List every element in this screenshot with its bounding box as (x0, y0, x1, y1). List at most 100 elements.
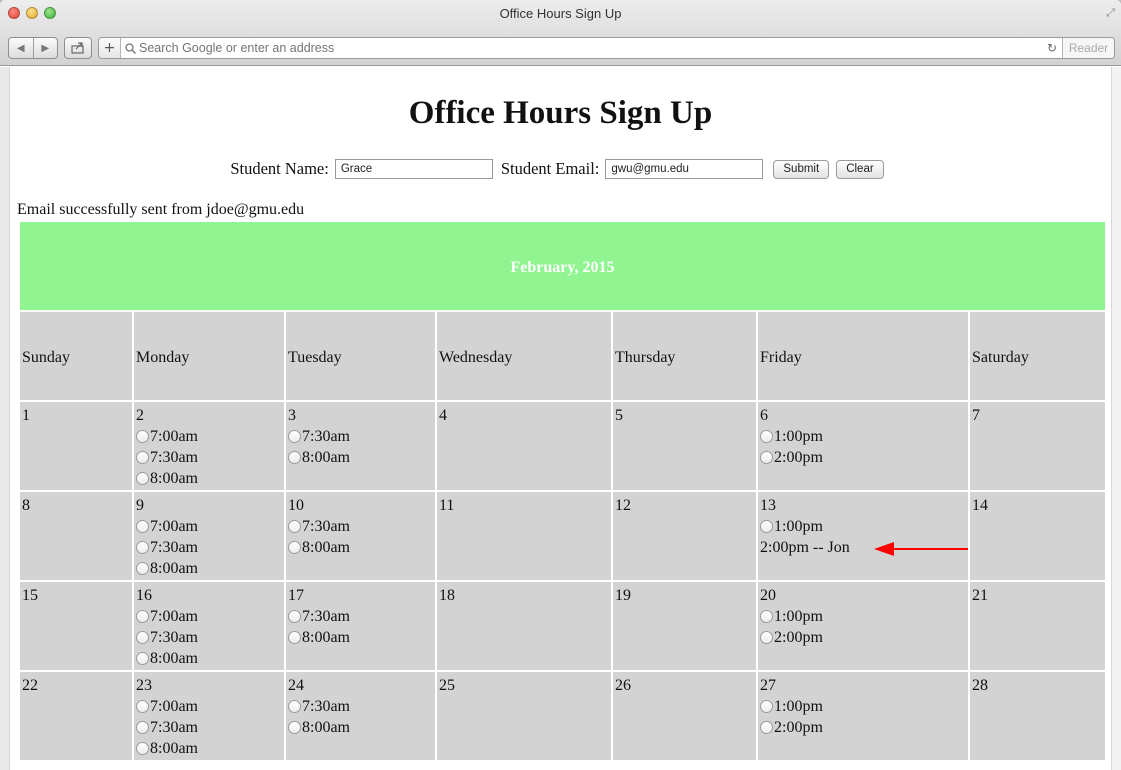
time-slot-label: 7:30am (150, 449, 198, 466)
time-slot-radio[interactable] (288, 541, 301, 554)
day-number: 6 (760, 407, 768, 424)
day-cell: 19 (613, 582, 756, 670)
time-slot[interactable]: 7:30am (288, 696, 433, 717)
scrollbar[interactable] (1111, 67, 1121, 770)
time-slot-radio[interactable] (288, 700, 301, 713)
time-slot-radio[interactable] (760, 451, 773, 464)
time-slot-radio[interactable] (136, 562, 149, 575)
time-slot[interactable]: 1:00pm (760, 426, 966, 447)
time-slot-radio[interactable] (136, 631, 149, 644)
day-cell: 11 (437, 492, 611, 580)
time-slot[interactable]: 8:00am (288, 447, 433, 468)
time-slot-radio[interactable] (288, 520, 301, 533)
back-arrow-icon[interactable]: ◀ (9, 38, 34, 58)
time-slot-radio[interactable] (288, 430, 301, 443)
time-slot-radio[interactable] (136, 541, 149, 554)
time-slot[interactable]: 2:00pm (760, 627, 966, 648)
clear-button[interactable]: Clear (836, 159, 884, 179)
submit-button[interactable]: Submit (773, 159, 830, 179)
time-slot[interactable]: 2:00pm (760, 447, 966, 468)
time-slot-label: 2:00pm (774, 719, 823, 736)
time-slot[interactable]: 8:00am (288, 537, 433, 558)
time-slot[interactable]: 7:30am (136, 537, 282, 558)
time-slot-label: 1:00pm (774, 518, 823, 535)
day-number: 25 (439, 677, 455, 694)
student-email-field[interactable] (605, 159, 764, 179)
time-slot[interactable]: 7:30am (288, 426, 433, 447)
day-number: 7 (972, 407, 980, 424)
time-slot-radio[interactable] (288, 451, 301, 464)
week-row: 15 16 7:00am 7:30am 8:00am 17 7:30am 8:00am 18 19… (20, 582, 1106, 670)
day-number: 5 (615, 407, 623, 424)
time-slot-radio[interactable] (136, 700, 149, 713)
day-number: 12 (615, 497, 631, 514)
share-icon[interactable] (64, 37, 92, 59)
time-slot[interactable]: 8:00am (136, 648, 282, 669)
day-name-header: Saturday (970, 312, 1106, 400)
time-slot-radio[interactable] (288, 631, 301, 644)
time-slot-label: 7:00am (150, 608, 198, 625)
time-slot-radio[interactable] (760, 430, 773, 443)
time-slot-radio[interactable] (760, 721, 773, 734)
time-slot[interactable]: 2:00pm (760, 717, 966, 738)
time-slot[interactable]: 1:00pm (760, 696, 966, 717)
day-cell: 4 (437, 402, 611, 490)
time-slot-radio[interactable] (136, 742, 149, 755)
time-slot-label: 8:00am (302, 629, 350, 646)
time-slot-radio[interactable] (760, 700, 773, 713)
time-slot[interactable]: 1:00pm (760, 516, 966, 537)
time-slot-label: 8:00am (302, 449, 350, 466)
time-slot-radio[interactable] (136, 652, 149, 665)
time-slot-radio[interactable] (288, 610, 301, 623)
time-slot-radio[interactable] (136, 721, 149, 734)
time-slot[interactable]: 7:00am (136, 516, 282, 537)
day-cell: 28 (970, 672, 1106, 760)
forward-arrow-icon[interactable]: ▶ (34, 38, 58, 58)
time-slot[interactable]: 1:00pm (760, 606, 966, 627)
time-slot-radio[interactable] (136, 472, 149, 485)
time-slot[interactable]: 7:00am (136, 426, 282, 447)
reader-button[interactable]: Reader (1062, 38, 1114, 58)
time-slot-radio[interactable] (136, 520, 149, 533)
time-slot[interactable]: 8:00am (288, 627, 433, 648)
day-number: 16 (136, 587, 152, 604)
browser-toolbar: ◀ ▶ + ↻ Reader (8, 36, 1115, 60)
time-slot[interactable]: 8:00am (288, 717, 433, 738)
time-slot[interactable]: 7:30am (136, 627, 282, 648)
day-number: 2 (136, 407, 144, 424)
time-slot[interactable]: 7:30am (288, 516, 433, 537)
student-name-field[interactable] (334, 159, 493, 179)
time-slot[interactable]: 7:00am (136, 696, 282, 717)
time-slot[interactable]: 7:30am (136, 447, 282, 468)
day-name-header: Thursday (613, 312, 756, 400)
time-slot-radio[interactable] (760, 610, 773, 623)
day-number: 11 (439, 497, 455, 514)
fullscreen-icon[interactable]: ⤢ (1106, 6, 1115, 20)
day-name-header: Tuesday (286, 312, 435, 400)
time-slot-label: 2:00pm (774, 629, 823, 646)
address-input[interactable] (139, 41, 1042, 55)
day-name-header: Wednesday (437, 312, 611, 400)
time-slot-radio[interactable] (288, 721, 301, 734)
new-tab-plus-icon[interactable]: + (99, 38, 121, 58)
time-slot[interactable]: 8:00am (136, 558, 282, 579)
time-slot[interactable]: 7:30am (136, 717, 282, 738)
time-slot[interactable]: 7:30am (288, 606, 433, 627)
time-slot-radio[interactable] (136, 451, 149, 464)
day-number: 10 (288, 497, 304, 514)
day-cell: 12 (613, 492, 756, 580)
time-slot-radio[interactable] (136, 610, 149, 623)
day-number: 26 (615, 677, 631, 694)
reload-icon[interactable]: ↻ (1042, 41, 1062, 55)
title-bar: Office Hours Sign Up ⤢ ◀ ▶ + ↻ Reader (0, 0, 1121, 66)
page-content: Office Hours Sign Up Student Name: Stude… (10, 67, 1111, 770)
time-slot-label: 7:30am (150, 629, 198, 646)
time-slot[interactable]: 8:00am (136, 468, 282, 489)
time-slot[interactable]: 8:00am (136, 738, 282, 759)
time-slot-radio[interactable] (760, 631, 773, 644)
time-slot-radio[interactable] (136, 430, 149, 443)
day-cell: 25 (437, 672, 611, 760)
time-slot-radio[interactable] (760, 520, 773, 533)
time-slot[interactable]: 7:00am (136, 606, 282, 627)
day-number: 21 (972, 587, 988, 604)
